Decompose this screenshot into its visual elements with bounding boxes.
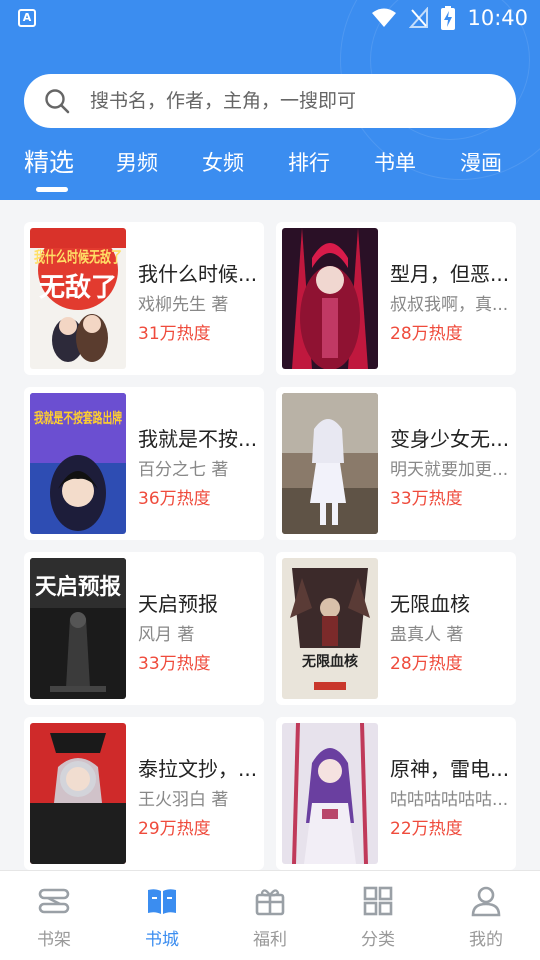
- nav-welfare[interactable]: 福利: [216, 871, 324, 960]
- book-heat: 33万热度: [390, 489, 463, 509]
- tab-comics[interactable]: 漫画: [460, 140, 502, 186]
- status-bar: A 10:40: [0, 0, 540, 36]
- tab-booklist[interactable]: 书单: [374, 140, 416, 186]
- tab-male[interactable]: 男频: [116, 140, 158, 186]
- category-tabs: 精选 男频 女频 排行 书单 漫画: [0, 140, 540, 200]
- nav-label: 分类: [361, 930, 395, 950]
- book-title: 原神，雷电...: [390, 757, 510, 781]
- grid-icon: [363, 886, 393, 916]
- book-heat: 22万热度: [390, 819, 463, 839]
- active-tab-indicator: [36, 187, 68, 192]
- search-icon: [45, 89, 70, 114]
- book-card[interactable]: 无限血核 无限血核 蛊真人 著 28万热度: [276, 552, 516, 705]
- tab-ranking[interactable]: 排行: [288, 140, 330, 186]
- nav-mine[interactable]: 我的: [432, 871, 540, 960]
- bottom-navigation: 书架 书城 福利 分类 我的: [0, 870, 540, 960]
- bookstore-icon: [148, 889, 176, 914]
- cover-title: 天启预报: [35, 574, 121, 600]
- book-cover: 天启预报: [30, 558, 126, 699]
- book-card[interactable]: 型月，但恶... 叔叔我啊，真... 28万热度: [276, 222, 516, 375]
- book-title: 天启预报: [138, 592, 218, 616]
- nav-label: 书城: [145, 930, 179, 950]
- book-author: 风月 著: [138, 625, 195, 645]
- tab-female[interactable]: 女频: [202, 140, 244, 186]
- user-icon: [471, 886, 501, 917]
- nav-category[interactable]: 分类: [324, 871, 432, 960]
- book-card[interactable]: 我就是不按套路出牌 我就是不按... 百分之七 著 36万热度: [24, 387, 264, 540]
- cover-title: 我就是不按套路出牌: [34, 410, 122, 427]
- book-author: 明天就要加更...: [390, 460, 509, 480]
- search-bar[interactable]: 搜书名，作者，主角，一搜即可: [24, 74, 516, 128]
- book-card[interactable]: 泰拉文抄，... 王火羽白 著 29万热度: [24, 717, 264, 870]
- nav-bookstore[interactable]: 书城: [108, 871, 216, 960]
- battery-charging-icon: [441, 6, 456, 30]
- book-author: 咕咕咕咕咕咕...: [390, 790, 509, 810]
- nav-label: 书架: [37, 930, 71, 950]
- book-cover: 我就是不按套路出牌: [30, 393, 126, 534]
- book-author: 王火羽白 著: [138, 790, 229, 810]
- book-title: 泰拉文抄，...: [138, 757, 258, 781]
- book-cover: 我什么时候无敌了 无敌了: [30, 228, 126, 369]
- clock: 10:40: [467, 6, 528, 30]
- book-card[interactable]: 天启预报 天启预报 风月 著 33万热度: [24, 552, 264, 705]
- tab-featured[interactable]: 精选: [24, 140, 74, 186]
- bookshelf-icon: [38, 888, 70, 914]
- book-title: 无限血核: [390, 592, 470, 616]
- cover-title: 无限血核: [301, 653, 358, 670]
- book-card[interactable]: 我什么时候无敌了 无敌了 我什么时候... 戏柳先生 著 31万热度: [24, 222, 264, 375]
- nav-label: 福利: [253, 930, 287, 950]
- book-heat: 29万热度: [138, 819, 211, 839]
- search-placeholder: 搜书名，作者，主角，一搜即可: [90, 90, 357, 112]
- book-cover: [282, 393, 378, 534]
- book-cover: [282, 723, 378, 864]
- book-heat: 36万热度: [138, 489, 211, 509]
- app-notification-icon: A: [18, 9, 36, 27]
- book-heat: 31万热度: [138, 324, 211, 344]
- status-icons: 10:40: [371, 4, 528, 32]
- book-cover: [282, 228, 378, 369]
- book-cover: [30, 723, 126, 864]
- nav-label: 我的: [469, 930, 503, 950]
- book-heat: 33万热度: [138, 654, 211, 674]
- book-title: 我什么时候...: [138, 262, 258, 286]
- book-heat: 28万热度: [390, 654, 463, 674]
- book-author: 叔叔我啊，真...: [390, 295, 509, 315]
- wifi-icon: [372, 8, 397, 27]
- gift-icon: [255, 889, 285, 916]
- book-grid: 我什么时候无敌了 无敌了 我什么时候... 戏柳先生 著 31万热度 型月，但恶…: [0, 200, 540, 870]
- no-signal-icon: [409, 7, 429, 28]
- book-heat: 28万热度: [390, 324, 463, 344]
- svg-text:无敌了: 无敌了: [39, 273, 117, 303]
- book-title: 我就是不按...: [138, 427, 258, 451]
- book-card[interactable]: 原神，雷电... 咕咕咕咕咕咕... 22万热度: [276, 717, 516, 870]
- book-title: 变身少女无...: [390, 427, 510, 451]
- book-title: 型月，但恶...: [390, 262, 510, 286]
- book-author: 戏柳先生 著: [138, 295, 229, 315]
- cover-title: 我什么时候无敌了: [34, 248, 122, 266]
- book-author: 蛊真人 著: [390, 625, 464, 645]
- book-cover: 无限血核: [282, 558, 378, 699]
- book-author: 百分之七 著: [138, 460, 229, 480]
- nav-bookshelf[interactable]: 书架: [0, 871, 108, 960]
- book-card[interactable]: 变身少女无... 明天就要加更... 33万热度: [276, 387, 516, 540]
